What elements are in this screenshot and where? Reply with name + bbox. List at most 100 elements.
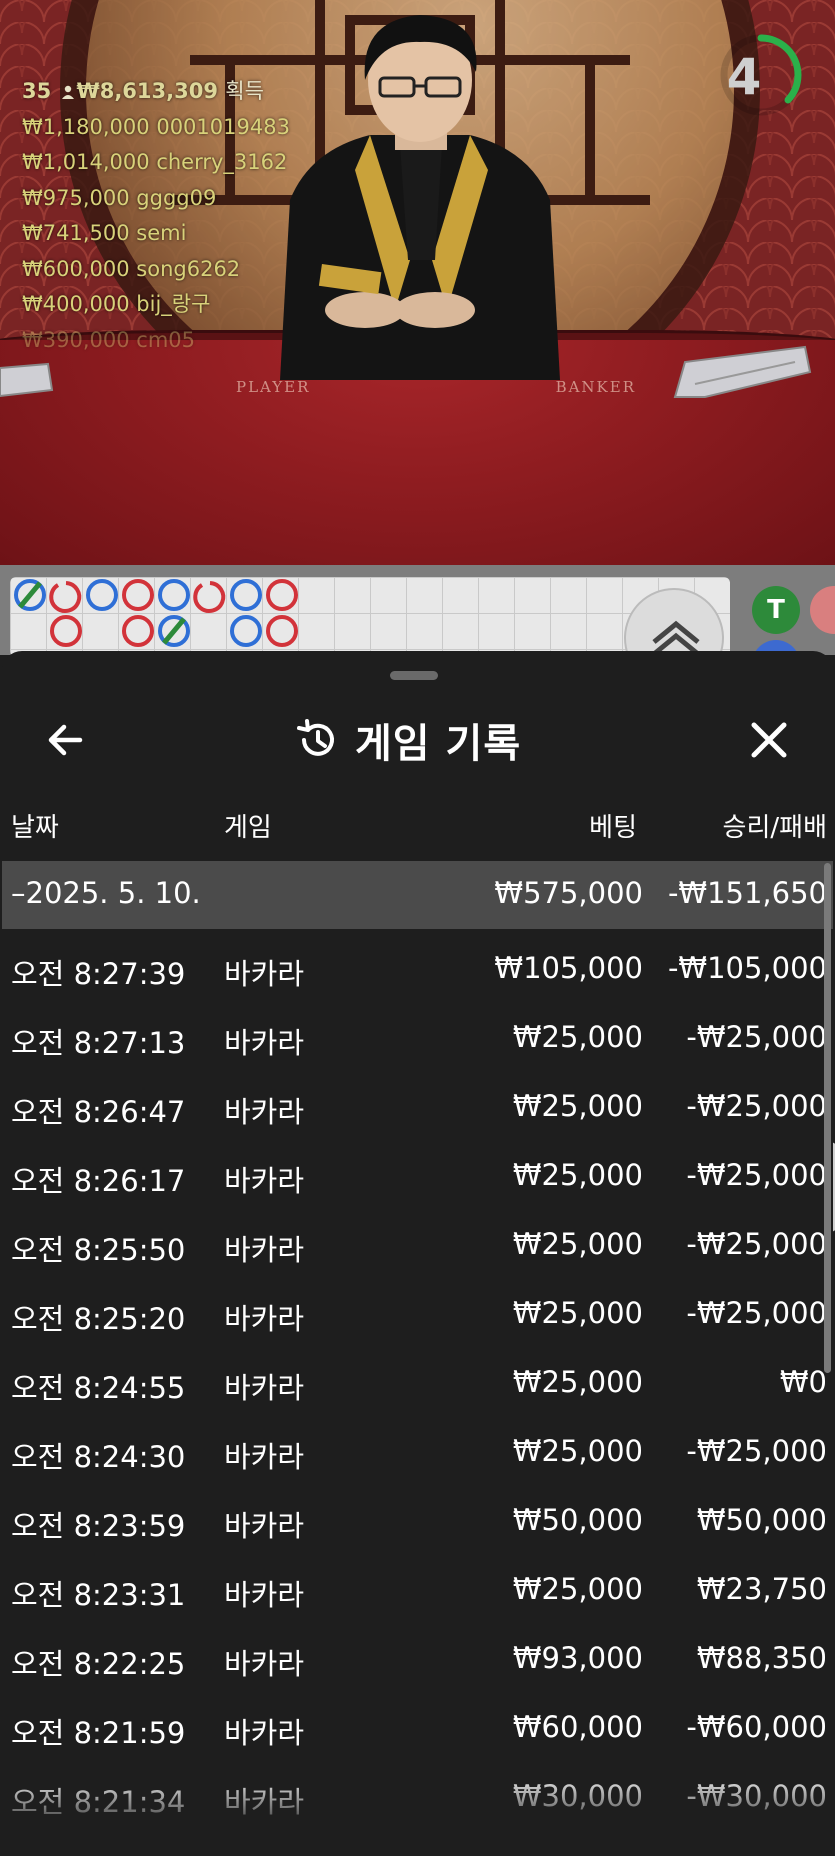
history-row[interactable]: 오전 8:21:34 바카라 ₩30,000 -₩30,000: [2, 1763, 833, 1832]
row-time: 오전 8:27:13: [11, 1026, 186, 1060]
bet-summary: 35 ₩8,613,309 획득: [22, 74, 290, 110]
history-rows: 오전 8:27:39 바카라 ₩105,000 -₩105,000 오전 8:27:13…: [2, 935, 833, 1832]
row-bet: ₩105,000: [494, 951, 643, 985]
close-button[interactable]: [742, 713, 796, 767]
row-bet: ₩30,000: [512, 1779, 643, 1813]
row-result: ₩88,350: [696, 1641, 827, 1675]
history-row[interactable]: 오전 8:22:25 바카라 ₩93,000 ₩88,350: [2, 1625, 833, 1694]
row-time: 오전 8:21:59: [11, 1716, 186, 1750]
table-label-player: PLAYER: [236, 378, 311, 396]
bet-user: song6262: [136, 256, 241, 281]
bet-entry: ₩1,014,000 cherry_3162: [22, 145, 290, 181]
dealer: [280, 15, 560, 380]
row-game: 바카라: [224, 1026, 305, 1060]
row-result: ₩0: [779, 1365, 827, 1399]
bet-user: bij_랑구: [136, 292, 211, 316]
discard-tray: [0, 362, 54, 398]
day-summary-row[interactable]: –2025. 5. 10. ₩575,000 -₩151,650: [2, 861, 833, 929]
sheet-drag-handle[interactable]: [390, 671, 438, 680]
row-time: 오전 8:26:47: [11, 1095, 186, 1129]
bet-amount: ₩975,000: [22, 185, 130, 210]
row-result: -₩25,000: [686, 1089, 827, 1123]
row-result: -₩25,000: [686, 1158, 827, 1192]
row-time: 오전 8:23:59: [11, 1509, 186, 1543]
bet-entry: ₩741,500 semi: [22, 216, 290, 252]
history-table-header: 날짜 게임 베팅 승리/패배: [2, 801, 833, 851]
row-time: 오전 8:22:25: [11, 1647, 186, 1681]
scrollbar[interactable]: [824, 863, 831, 1373]
row-game: 바카라: [224, 1509, 305, 1543]
column-header-date: 날짜: [11, 813, 59, 843]
row-bet: ₩25,000: [512, 1158, 643, 1192]
history-row[interactable]: 오전 8:25:50 바카라 ₩25,000 -₩25,000: [2, 1211, 833, 1280]
game-history-sheet: 게임 기록 날짜 게임 베팅 승리/패배 –2025. 5. 10. ₩575,…: [2, 651, 833, 1856]
row-result: -₩25,000: [686, 1434, 827, 1468]
sheet-title-group: 게임 기록: [295, 715, 521, 767]
card-shoe: [673, 345, 812, 398]
row-bet: ₩50,000: [512, 1503, 643, 1537]
history-row[interactable]: 오전 8:24:55 바카라 ₩25,000 ₩0: [2, 1349, 833, 1418]
history-row[interactable]: 오전 8:27:39 바카라 ₩105,000 -₩105,000: [2, 935, 833, 1004]
row-result: ₩23,750: [696, 1572, 827, 1606]
bead-road-marks: [14, 579, 298, 647]
row-result: -₩30,000: [686, 1779, 827, 1813]
history-row[interactable]: 오전 8:27:13 바카라 ₩25,000 -₩25,000: [2, 1004, 833, 1073]
row-game: 바카라: [224, 957, 305, 991]
close-icon: [751, 722, 787, 758]
column-header-bet: 베팅: [589, 813, 637, 843]
bet-amount: ₩1,180,000: [22, 114, 150, 139]
column-header-game: 게임: [224, 813, 272, 843]
row-game: 바카라: [224, 1164, 305, 1198]
bet-user: cherry_3162: [156, 150, 288, 174]
row-bet: ₩25,000: [512, 1365, 643, 1399]
row-time: 오전 8:23:31: [11, 1578, 186, 1612]
row-result: -₩25,000: [686, 1296, 827, 1330]
day-total-result: -₩151,650: [667, 876, 827, 910]
live-video: PLAYER BANKER 35 ₩8,613,309 획득 ₩1,180,00…: [0, 0, 835, 565]
tie-indicator: T: [752, 586, 800, 634]
bet-entry: ₩600,000 song6262: [22, 252, 290, 288]
sheet-title: 게임 기록: [355, 721, 522, 767]
row-game: 바카라: [224, 1371, 305, 1405]
row-time: 오전 8:25:50: [11, 1233, 186, 1267]
history-row[interactable]: 오전 8:23:59 바카라 ₩50,000 ₩50,000: [2, 1487, 833, 1556]
bead-road: [10, 577, 730, 657]
row-game: 바카라: [224, 1647, 305, 1681]
history-row[interactable]: 오전 8:26:17 바카라 ₩25,000 -₩25,000: [2, 1142, 833, 1211]
row-game: 바카라: [224, 1233, 305, 1267]
column-header-result: 승리/패배: [722, 813, 827, 843]
person-icon: [61, 85, 74, 99]
arrow-left-icon: [48, 724, 83, 756]
row-bet: ₩93,000: [512, 1641, 643, 1675]
bet-amount: ₩600,000: [22, 256, 130, 281]
bet-amount: ₩400,000: [22, 292, 130, 316]
bet-entry: ₩975,000 gggg09: [22, 181, 290, 217]
row-bet: ₩25,000: [512, 1572, 643, 1606]
history-row[interactable]: 오전 8:23:31 바카라 ₩25,000 ₩23,750: [2, 1556, 833, 1625]
back-button[interactable]: [40, 713, 94, 767]
history-row[interactable]: 오전 8:21:59 바카라 ₩60,000 -₩60,000: [2, 1694, 833, 1763]
row-bet: ₩25,000: [512, 1227, 643, 1261]
table-label-banker: BANKER: [555, 378, 636, 396]
row-game: 바카라: [224, 1578, 305, 1612]
bet-amount: ₩1,014,000: [22, 150, 150, 174]
row-bet: ₩25,000: [512, 1296, 643, 1330]
bet-rows: ₩1,180,000 0001019483 ₩1,014,000 cherry_3…: [22, 110, 290, 359]
history-icon: [297, 719, 334, 756]
history-row[interactable]: 오전 8:25:20 바카라 ₩25,000 -₩25,000: [2, 1280, 833, 1349]
day-date: –2025. 5. 10.: [11, 876, 201, 910]
history-row[interactable]: 오전 8:26:47 바카라 ₩25,000 -₩25,000: [2, 1073, 833, 1142]
countdown-number: 4: [726, 48, 762, 106]
winnings-suffix: 획득: [225, 79, 264, 103]
row-result: -₩105,000: [667, 951, 827, 985]
row-time: 오전 8:27:39: [11, 957, 186, 991]
row-time: 오전 8:26:17: [11, 1164, 186, 1198]
row-result: ₩50,000: [696, 1503, 827, 1537]
bet-user: 0001019483: [156, 114, 290, 139]
row-game: 바카라: [224, 1302, 305, 1336]
row-result: -₩25,000: [686, 1227, 827, 1261]
day-total-bet: ₩575,000: [494, 876, 643, 910]
bet-amount: ₩741,500: [22, 221, 130, 245]
table-labels: PLAYER BANKER: [236, 378, 636, 396]
history-row[interactable]: 오전 8:24:30 바카라 ₩25,000 -₩25,000: [2, 1418, 833, 1487]
